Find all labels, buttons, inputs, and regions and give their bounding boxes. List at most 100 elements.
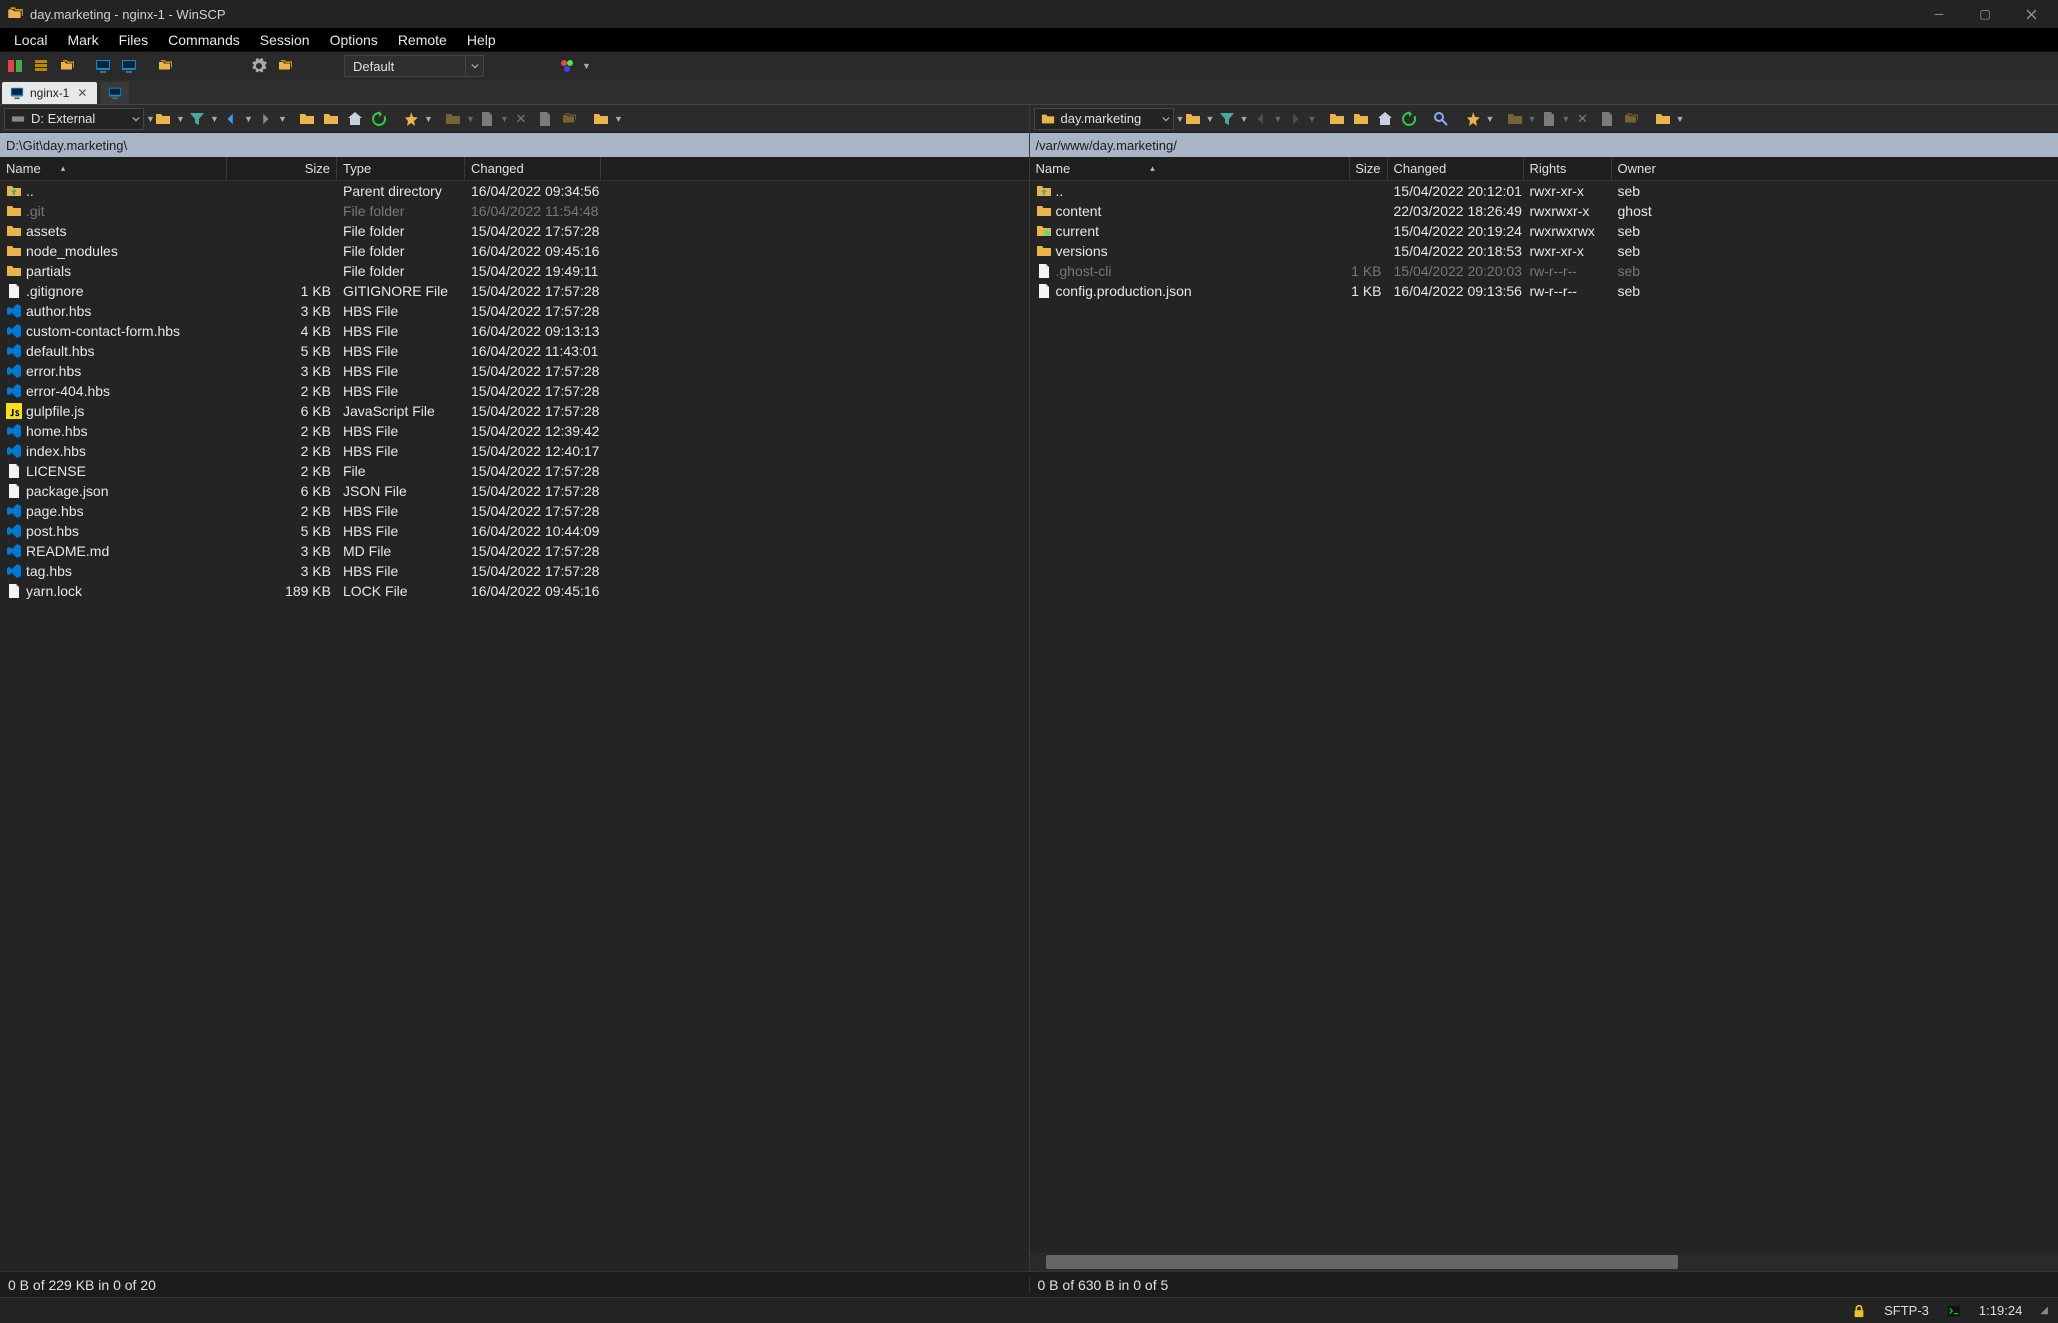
file-row[interactable]: ..15/04/2022 20:12:01rwxr-xr-xseb (1030, 181, 2058, 201)
remote-col-size[interactable]: Size (1350, 157, 1388, 180)
explorer-button[interactable] (118, 55, 140, 77)
remote-find-button[interactable] (1430, 108, 1452, 130)
chevron-down-icon (129, 109, 143, 129)
remote-home-button[interactable] (1374, 108, 1396, 130)
compare-button[interactable] (56, 55, 78, 77)
close-button[interactable] (2008, 0, 2054, 28)
transfer-preset-combo[interactable]: Default (344, 55, 484, 77)
session-tab-nginx[interactable]: nginx-1 ✕ (2, 82, 97, 104)
file-row[interactable]: LICENSE2 KBFile15/04/2022 17:57:28 (0, 461, 1029, 481)
cell-type: HBS File (337, 503, 465, 519)
preferences-button[interactable] (248, 55, 270, 77)
local-col-type[interactable]: Type (337, 157, 465, 180)
vs-icon (6, 383, 22, 399)
file-row[interactable]: .gitFile folder16/04/2022 11:54:48 (0, 201, 1029, 221)
file-row[interactable]: error.hbs3 KBHBS File15/04/2022 17:57:28 (0, 361, 1029, 381)
remote-parent-button[interactable] (1326, 108, 1348, 130)
local-newdir-button[interactable] (590, 108, 612, 130)
file-row[interactable]: content22/03/2022 18:26:49rwxrwxr-xghost (1030, 201, 2058, 221)
remote-file-list[interactable]: ..15/04/2022 20:12:01rwxr-xr-xsebcontent… (1030, 181, 2058, 1271)
file-row[interactable]: home.hbs2 KBHBS File15/04/2022 12:39:42 (0, 421, 1029, 441)
remote-col-name[interactable]: Name▴ (1030, 157, 1350, 180)
resize-grip[interactable]: ◢ (2040, 1305, 2048, 1316)
local-col-name[interactable]: Name▴ (0, 157, 227, 180)
file-row[interactable]: default.hbs5 KBHBS File16/04/2022 11:43:… (0, 341, 1029, 361)
file-row[interactable]: versions15/04/2022 20:18:53rwxr-xr-xseb (1030, 241, 2058, 261)
minimize-button[interactable]: ─ (1916, 0, 1962, 28)
encryption-indicator[interactable] (1852, 1304, 1866, 1318)
cell-changed: 15/04/2022 20:12:01 (1388, 183, 1524, 199)
local-file-list[interactable]: ..Parent directory16/04/2022 09:34:56.gi… (0, 181, 1029, 1271)
menu-options[interactable]: Options (320, 29, 388, 51)
remote-col-owner[interactable]: Owner (1612, 157, 1692, 180)
close-tab-button[interactable]: ✕ (75, 86, 89, 100)
remote-root-button[interactable] (1350, 108, 1372, 130)
maximize-button[interactable]: ▢ (1962, 0, 2008, 28)
remote-col-changed[interactable]: Changed (1388, 157, 1524, 180)
remote-col-rights[interactable]: Rights (1524, 157, 1612, 180)
local-edit-button (476, 108, 498, 130)
file-row[interactable]: ..Parent directory16/04/2022 09:34:56 (0, 181, 1029, 201)
file-row[interactable]: index.hbs2 KBHBS File15/04/2022 12:40:17 (0, 441, 1029, 461)
local-open-folder-button[interactable] (152, 108, 174, 130)
menu-help[interactable]: Help (457, 29, 506, 51)
local-back-button[interactable] (220, 108, 242, 130)
new-session-button[interactable] (101, 82, 129, 104)
menu-session[interactable]: Session (250, 29, 320, 51)
remote-newdir-button[interactable] (1652, 108, 1674, 130)
remote-path-bar[interactable]: /var/www/day.marketing/ (1030, 133, 2058, 157)
file-row[interactable]: error-404.hbs2 KBHBS File15/04/2022 17:5… (0, 381, 1029, 401)
scrollbar-thumb[interactable] (1046, 1255, 1678, 1269)
remote-drive-dropdown[interactable]: day.marketing (1034, 108, 1174, 130)
local-home-button[interactable] (344, 108, 366, 130)
file-row[interactable]: assetsFile folder15/04/2022 17:57:28 (0, 221, 1029, 241)
file-row[interactable]: yarn.lock189 KBLOCK File16/04/2022 09:45… (0, 581, 1029, 601)
vs-icon (6, 443, 22, 459)
file-row[interactable]: post.hbs5 KBHBS File16/04/2022 10:44:09 (0, 521, 1029, 541)
file-row[interactable]: package.json6 KBJSON File15/04/2022 17:5… (0, 481, 1029, 501)
transfer-settings-button[interactable] (274, 55, 296, 77)
local-drive-dropdown[interactable]: D: External (4, 108, 144, 130)
file-row[interactable]: gulpfile.js6 KBJavaScript File15/04/2022… (0, 401, 1029, 421)
file-row[interactable]: tag.hbs3 KBHBS File15/04/2022 17:57:28 (0, 561, 1029, 581)
local-selection-status: 0 B of 229 KB in 0 of 20 (0, 1277, 1029, 1293)
menu-mark[interactable]: Mark (57, 29, 108, 51)
file-row[interactable]: node_modulesFile folder16/04/2022 09:45:… (0, 241, 1029, 261)
local-parent-button[interactable] (296, 108, 318, 130)
file-row[interactable]: config.production.json1 KB16/04/2022 09:… (1030, 281, 2058, 301)
menu-files[interactable]: Files (109, 29, 159, 51)
local-bookmark-button[interactable] (400, 108, 422, 130)
sync-button[interactable] (4, 55, 26, 77)
file-row[interactable]: README.md3 KBMD File15/04/2022 17:57:28 (0, 541, 1029, 561)
file-row[interactable]: page.hbs2 KBHBS File15/04/2022 17:57:28 (0, 501, 1029, 521)
local-col-size[interactable]: Size (227, 157, 337, 180)
commander-button[interactable] (92, 55, 114, 77)
color-button[interactable] (556, 55, 578, 77)
terminal-indicator[interactable] (1947, 1304, 1961, 1318)
menu-remote[interactable]: Remote (388, 29, 457, 51)
remote-refresh-button[interactable] (1398, 108, 1420, 130)
queue-button[interactable] (30, 55, 52, 77)
local-path-bar[interactable]: D:\Git\day.marketing\ (0, 133, 1029, 157)
cell-name: current (1030, 223, 1350, 239)
file-row[interactable]: partialsFile folder15/04/2022 19:49:11 (0, 261, 1029, 281)
file-row[interactable]: .gitignore1 KBGITIGNORE File15/04/2022 1… (0, 281, 1029, 301)
file-row[interactable]: current15/04/2022 20:19:24rwxrwxrwxseb (1030, 221, 2058, 241)
remote-filter-button[interactable] (1216, 108, 1238, 130)
remote-hscrollbar[interactable] (1030, 1253, 2058, 1271)
cell-size: 2 KB (227, 383, 337, 399)
file-row[interactable]: custom-contact-form.hbs4 KBHBS File16/04… (0, 321, 1029, 341)
menu-commands[interactable]: Commands (158, 29, 250, 51)
local-forward-button[interactable] (254, 108, 276, 130)
file-row[interactable]: author.hbs3 KBHBS File15/04/2022 17:57:2… (0, 301, 1029, 321)
remote-open-folder-button[interactable] (1182, 108, 1204, 130)
local-col-changed[interactable]: Changed (465, 157, 601, 180)
local-refresh-button[interactable] (368, 108, 390, 130)
menu-local[interactable]: Local (4, 29, 57, 51)
cell-name: default.hbs (0, 343, 227, 359)
local-root-button[interactable] (320, 108, 342, 130)
sync-browse-button[interactable] (154, 55, 176, 77)
local-filter-button[interactable] (186, 108, 208, 130)
remote-bookmark-button[interactable] (1462, 108, 1484, 130)
file-row[interactable]: .ghost-cli1 KB15/04/2022 20:20:03rw-r--r… (1030, 261, 2058, 281)
